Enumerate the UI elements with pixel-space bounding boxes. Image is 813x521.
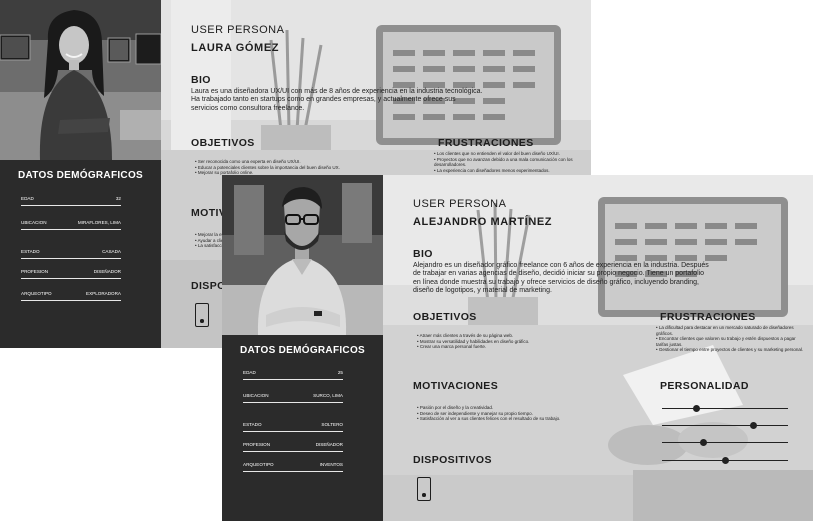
demo-value: SURCO, LIMA	[313, 393, 343, 398]
demo-key: ESTADO	[21, 249, 40, 254]
demo-value: MIRAFLORES, LIMA	[77, 220, 121, 225]
objetivos-heading: OBJETIVOS	[191, 137, 255, 149]
demographics-sidebar: DATOS DEMÓGRAFICOS EDAD 25 UBICACION SUR…	[222, 175, 383, 521]
list-item: La dificultad para destacar en un mercad…	[656, 325, 806, 336]
personality-slider	[662, 405, 788, 412]
demo-row-profesion: PROFESION DISEÑADOR	[243, 440, 343, 452]
demo-row-ubicacion: UBICACION SURCO, LIMA	[243, 391, 343, 403]
demo-key: ARQUEOTIPO	[243, 462, 274, 467]
demo-key: ESTADO	[243, 422, 262, 427]
persona-photo	[222, 175, 383, 335]
motivaciones-heading: MOTIVACIONES	[413, 380, 499, 392]
man-portrait-image	[222, 175, 383, 335]
demo-value: 25	[337, 370, 343, 375]
demo-key: UBICACION	[243, 393, 269, 398]
demo-row-edad: EDAD 32	[21, 194, 121, 206]
smartphone-icon	[417, 477, 431, 501]
persona-photo	[0, 0, 161, 160]
personalidad-heading: PERSONALIDAD	[660, 380, 749, 392]
list-item: Crear una marca personal fuerte.	[417, 344, 607, 350]
personality-slider	[662, 422, 788, 429]
frustraciones-list: Los clientes que no entienden el valor d…	[434, 151, 584, 173]
persona-kicker: USER PERSONA	[413, 198, 507, 210]
woman-portrait-image	[0, 0, 161, 160]
persona-content: USER PERSONA ALEJANDRO MARTÍNEZ BIO Alej…	[383, 175, 813, 521]
list-item: Gestionar el tiempo entre proyectos de c…	[656, 347, 806, 353]
demo-row-ubicacion: UBICACION MIRAFLORES, LIMA	[21, 218, 121, 230]
demo-key: ARQUEOTIPO	[21, 291, 52, 296]
demo-row-arquetipo: ARQUEOTIPO INVENTOS	[243, 460, 343, 472]
bio-heading: BIO	[413, 248, 433, 260]
bio-heading: BIO	[191, 74, 211, 86]
dispositivos-heading: DISPOSITIVOS	[413, 454, 492, 466]
bio-line: Laura es una diseñadora UX/UI con más de…	[191, 88, 483, 95]
demographics-title: DATOS DEMÓGRAFICOS	[17, 170, 144, 181]
bio-text: Alejandro es un diseñador gráfico freela…	[413, 262, 808, 295]
frustraciones-heading: FRUSTRACIONES	[438, 137, 534, 149]
slider-knob	[721, 457, 729, 464]
bio-line: servicios como consultora freelance.	[191, 104, 305, 112]
list-item: La experiencia con diseñadores menos exp…	[434, 168, 584, 174]
personality-slider	[662, 439, 788, 446]
demo-row-profesion: PROFESION DISEÑADOR	[21, 267, 121, 279]
persona-kicker: USER PERSONA	[191, 24, 285, 36]
demo-row-arquetipo: ARQUEOTIPO EXPLORADORA	[21, 289, 121, 301]
slider-knob	[692, 405, 700, 412]
bio-line: Alejandro es un diseñador gráfico freela…	[413, 262, 709, 269]
demo-key: EDAD	[21, 196, 34, 201]
persona-card-alejandro: USER PERSONA ALEJANDRO MARTÍNEZ BIO Alej…	[222, 175, 813, 521]
demo-key: PROFESION	[243, 442, 271, 447]
demo-key: PROFESION	[21, 269, 49, 274]
demo-row-edad: EDAD 25	[243, 368, 343, 380]
persona-name: LAURA GÓMEZ	[191, 42, 280, 54]
demographics-title: DATOS DEMÓGRAFICOS	[239, 345, 366, 356]
persona-name: ALEJANDRO MARTÍNEZ	[413, 216, 553, 228]
frustraciones-list: La dificultad para destacar en un mercad…	[656, 325, 806, 353]
bio-line: Ha trabajado tanto en startups como en g…	[191, 96, 456, 104]
motivaciones-list: Pasión por el diseño y la creatividad. D…	[417, 405, 567, 422]
bio-line: en línea donde muestra su trabajo y ofre…	[413, 278, 700, 286]
demo-value: DISEÑADOR	[93, 269, 121, 274]
demo-value: CASADA	[102, 249, 121, 254]
demo-value: 32	[115, 196, 121, 201]
bio-line: diseño de logotipos, y material de marke…	[413, 286, 552, 294]
demo-value: EXPLORADORA	[86, 291, 121, 296]
demo-row-estado: ESTADO CASADA	[21, 247, 121, 259]
bio-line: de trabajar en varias agencias de diseño…	[413, 270, 705, 278]
objetivos-heading: OBJETIVOS	[413, 311, 477, 323]
list-item: Satisfacción al ver a sus clientes felic…	[417, 416, 567, 422]
bio-text: Laura es una diseñadora UX/UI con más de…	[191, 88, 586, 113]
demo-value: INVENTOS	[319, 462, 343, 467]
personality-slider	[662, 457, 788, 464]
smartphone-icon	[195, 303, 209, 327]
objetivos-list: Atraer más clientes a través de su págin…	[417, 333, 607, 350]
objetivos-list: Ser reconocida como una experta en diseñ…	[195, 159, 385, 176]
demo-row-estado: ESTADO SOLTERO	[243, 420, 343, 432]
demographics-sidebar: DATOS DEMÓGRAFICOS EDAD 32 UBICACION MIR…	[0, 0, 161, 348]
demo-key: UBICACION	[21, 220, 47, 225]
list-item: Proyectos que no avanzan debido a una ma…	[434, 157, 584, 168]
frustraciones-heading: FRUSTRACIONES	[660, 311, 756, 323]
demo-value: SOLTERO	[321, 422, 343, 427]
demo-key: EDAD	[243, 370, 256, 375]
demo-value: DISEÑADOR	[315, 442, 343, 447]
list-item: Encontrar clientes que valoren su trabaj…	[656, 336, 806, 347]
